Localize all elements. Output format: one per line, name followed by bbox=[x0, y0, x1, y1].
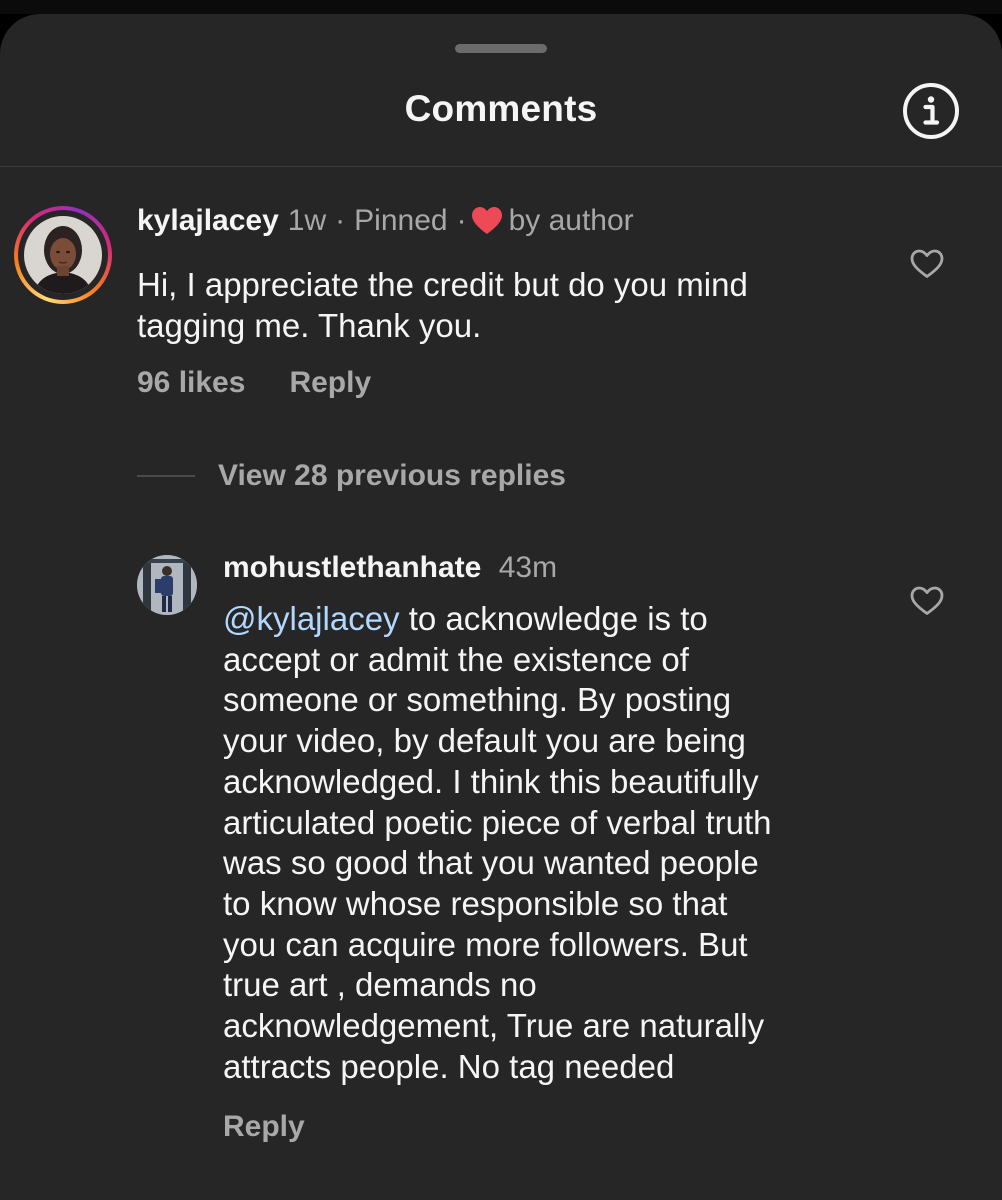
avatar[interactable] bbox=[137, 555, 197, 615]
avatar bbox=[24, 216, 102, 294]
liked-by-author-label: by author bbox=[508, 204, 634, 237]
info-button[interactable] bbox=[902, 82, 960, 140]
page-title: Comments bbox=[404, 88, 598, 129]
mention-link[interactable]: @kylajlacey bbox=[223, 600, 400, 637]
heart-outline-icon[interactable] bbox=[910, 586, 944, 616]
view-previous-replies[interactable]: View 28 previous replies bbox=[137, 459, 566, 493]
view-replies-label: View 28 previous replies bbox=[218, 459, 566, 492]
header-divider bbox=[0, 166, 1002, 167]
reply-text: @kylajlacey to acknowledge is to accept … bbox=[223, 600, 772, 1085]
meta-separator: · bbox=[456, 204, 467, 237]
replies-line bbox=[137, 475, 195, 477]
reply-username[interactable]: mohustlethanhate bbox=[223, 551, 481, 584]
reply-button[interactable]: Reply bbox=[289, 366, 371, 400]
reply-meta: mohustlethanhate 43m bbox=[223, 551, 557, 585]
background-behind-sheet bbox=[0, 0, 1002, 14]
profile-photo-icon bbox=[24, 216, 102, 294]
comment-actions: 96 likes Reply bbox=[137, 366, 371, 400]
heart-outline-icon[interactable] bbox=[910, 249, 944, 279]
comment-text: Hi, I appreciate the credit but do you m… bbox=[137, 266, 748, 344]
drag-handle[interactable] bbox=[455, 44, 547, 53]
profile-photo-icon bbox=[137, 555, 197, 615]
comments-sheet: Comments kylajlacey 1w · Pinned · by aut… bbox=[0, 14, 1002, 1200]
pinned-label: Pinned bbox=[354, 204, 448, 237]
likes-count[interactable]: 96 likes bbox=[137, 366, 245, 400]
meta-separator: · bbox=[335, 204, 346, 237]
story-ring[interactable] bbox=[14, 206, 112, 304]
info-circle-icon bbox=[903, 83, 959, 139]
comment-meta: kylajlacey 1w · Pinned · by author bbox=[137, 204, 634, 238]
reply-button[interactable]: Reply bbox=[223, 1110, 305, 1144]
comment-username[interactable]: kylajlacey bbox=[137, 204, 279, 238]
author-heart-icon bbox=[471, 207, 502, 234]
reply-timestamp: 43m bbox=[498, 551, 558, 584]
comment-timestamp: 1w bbox=[287, 204, 327, 237]
